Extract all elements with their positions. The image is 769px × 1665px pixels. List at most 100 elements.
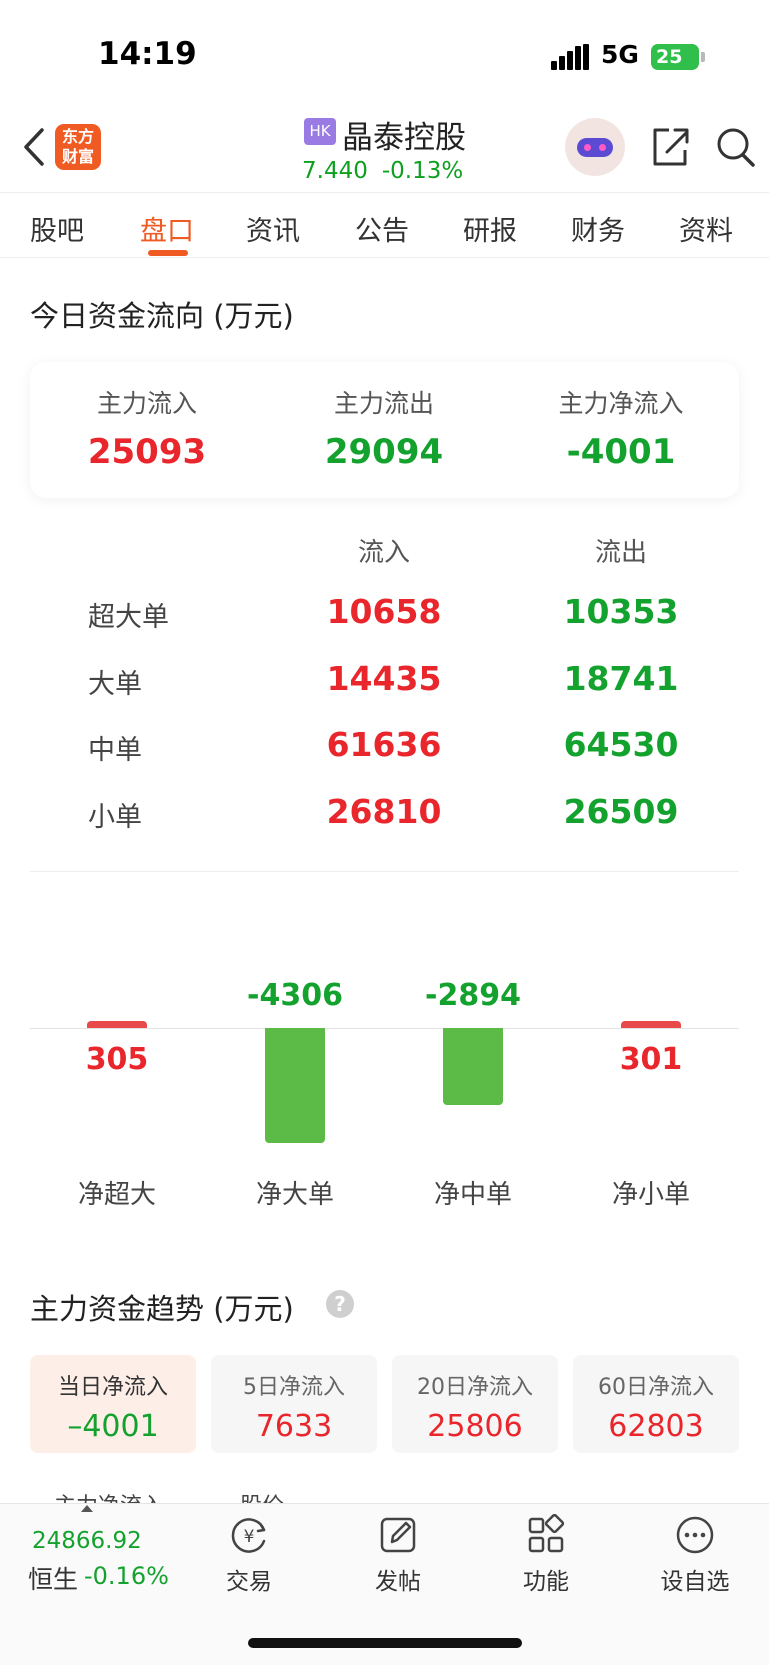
net-bar-label: 净中单	[433, 1180, 512, 1210]
trend-title: 主力资金趋势 (万元)	[30, 1292, 294, 1326]
order-label: 超大单	[88, 602, 169, 633]
svg-text:¥: ¥	[244, 1527, 255, 1547]
trend-card-60d[interactable]: 60日净流入 62803	[573, 1355, 739, 1453]
tab-announcements[interactable]: 公告	[355, 209, 409, 248]
trend-card-today[interactable]: 当日净流入 –4001	[30, 1355, 196, 1453]
tab-finance[interactable]: 财务	[571, 209, 625, 248]
trend-value: –4001	[67, 1409, 159, 1444]
summary-value: 25093	[87, 432, 207, 472]
trend-label: 当日净流入	[57, 1375, 168, 1400]
net-bar-value: -2894	[425, 978, 521, 1013]
more-icon	[676, 1516, 714, 1554]
order-inflow: 61636	[326, 725, 442, 764]
assistant-robot-icon[interactable]	[565, 118, 625, 176]
net-bar-value: 305	[85, 1042, 149, 1077]
battery-tip	[701, 52, 705, 62]
stock-name[interactable]: 晶泰控股	[342, 112, 466, 157]
summary-label: 主力流入	[96, 389, 197, 418]
home-indicator[interactable]	[248, 1638, 522, 1648]
net-bar	[265, 1028, 325, 1143]
outflow-header: 流出	[594, 538, 647, 568]
nav-trade[interactable]: ¥ 交易	[194, 1514, 304, 1596]
trade-icon: ¥	[231, 1518, 266, 1553]
compose-icon	[380, 1517, 416, 1553]
tab-active-indicator	[148, 250, 188, 256]
back-icon[interactable]	[18, 122, 54, 172]
search-icon[interactable]	[714, 124, 758, 170]
divider	[30, 871, 739, 872]
summary-value: 29094	[324, 432, 444, 472]
net-bar-label: 净小单	[611, 1180, 690, 1210]
trend-value: 62803	[608, 1409, 704, 1444]
trend-label: 60日净流入	[598, 1375, 714, 1400]
signal-icon	[551, 44, 591, 70]
trend-card-5d[interactable]: 5日净流入 7633	[211, 1355, 377, 1453]
trend-value: 7633	[255, 1409, 333, 1444]
tab-pankou[interactable]: 盘口	[140, 209, 194, 248]
nav-label: 设自选	[660, 1569, 730, 1595]
trend-card-20d[interactable]: 20日净流入 25806	[392, 1355, 558, 1453]
summary-value: -4001	[566, 432, 676, 472]
order-inflow: 10658	[326, 592, 442, 631]
status-time: 14:19	[98, 36, 197, 72]
screen: 14:19 5G 25 东方 财富 HK 晶泰控股 7.440 -0.13% 股吧…	[0, 0, 769, 1665]
net-bar	[621, 1021, 681, 1028]
nav-label: 交易	[226, 1569, 272, 1595]
legend-main-net: 主力净流入	[30, 1488, 164, 1504]
app-logo[interactable]: 东方 财富	[55, 124, 101, 170]
index-change[interactable]: -0.16%	[84, 1562, 169, 1590]
net-bar-label: 净大单	[255, 1180, 334, 1210]
share-icon[interactable]	[649, 124, 691, 170]
nav-label: 发帖	[375, 1569, 421, 1595]
legend-price: 股价	[216, 1488, 284, 1504]
order-inflow: 26810	[326, 792, 442, 831]
net-bar-label: 净超大	[77, 1180, 156, 1210]
trend-label: 5日净流入	[243, 1375, 345, 1400]
order-label: 大单	[88, 669, 142, 700]
stock-quote: 7.440 -0.13%	[302, 158, 463, 184]
trend-label: 20日净流入	[417, 1375, 533, 1400]
logo-line2: 财富	[61, 147, 94, 166]
tab-bar: 股吧 盘口 资讯 公告 研报 财务 资料	[0, 192, 769, 258]
apps-icon	[528, 1514, 565, 1553]
net-bar	[443, 1028, 503, 1105]
order-outflow: 64530	[563, 725, 679, 764]
summary-net: 主力净流入 -4001	[521, 384, 721, 472]
order-label: 中单	[88, 735, 142, 766]
caret-up-icon[interactable]	[81, 1505, 93, 1512]
summary-label: 主力流出	[333, 389, 434, 418]
net-bar	[87, 1021, 147, 1028]
order-outflow: 10353	[563, 592, 679, 631]
logo-line1: 东方	[61, 127, 94, 146]
network-type: 5G	[601, 40, 639, 69]
tab-guba[interactable]: 股吧	[30, 209, 84, 248]
index-name[interactable]: 恒生	[28, 1560, 78, 1596]
nav-post[interactable]: 发帖	[343, 1514, 453, 1596]
chart-baseline	[30, 1028, 739, 1029]
tab-research[interactable]: 研报	[463, 209, 517, 248]
summary-inflow: 主力流入 25093	[47, 384, 247, 472]
battery-level: 25	[656, 46, 683, 68]
trend-value: 25806	[427, 1409, 523, 1444]
nav-label: 功能	[523, 1569, 569, 1595]
net-bar-value: 301	[619, 1042, 683, 1077]
order-outflow: 26509	[563, 792, 679, 831]
tab-profile[interactable]: 资料	[679, 209, 733, 248]
order-outflow: 18741	[563, 659, 679, 698]
fund-flow-title: 今日资金流向 (万元)	[30, 299, 294, 333]
market-badge: HK	[304, 118, 336, 145]
index-value[interactable]: 24866.92	[32, 1528, 142, 1554]
fund-summary-card: 主力流入 25093 主力流出 29094 主力净流入 -4001	[30, 362, 739, 498]
nav-add-watchlist[interactable]: 设自选	[640, 1514, 750, 1596]
summary-label: 主力净流入	[558, 389, 684, 418]
order-label: 小单	[88, 802, 142, 833]
order-inflow: 14435	[326, 659, 442, 698]
net-flow-chart: 305 净超大 -4306 净大单 -2894 净中单 301 净小单	[0, 940, 769, 1220]
help-icon[interactable]: ?	[326, 1290, 354, 1318]
tab-news[interactable]: 资讯	[246, 209, 300, 248]
nav-functions[interactable]: 功能	[491, 1514, 601, 1596]
stock-change: -0.13%	[381, 158, 464, 184]
net-bar-value: -4306	[247, 978, 343, 1013]
stock-price: 7.440	[302, 158, 368, 184]
inflow-header: 流入	[357, 538, 410, 568]
